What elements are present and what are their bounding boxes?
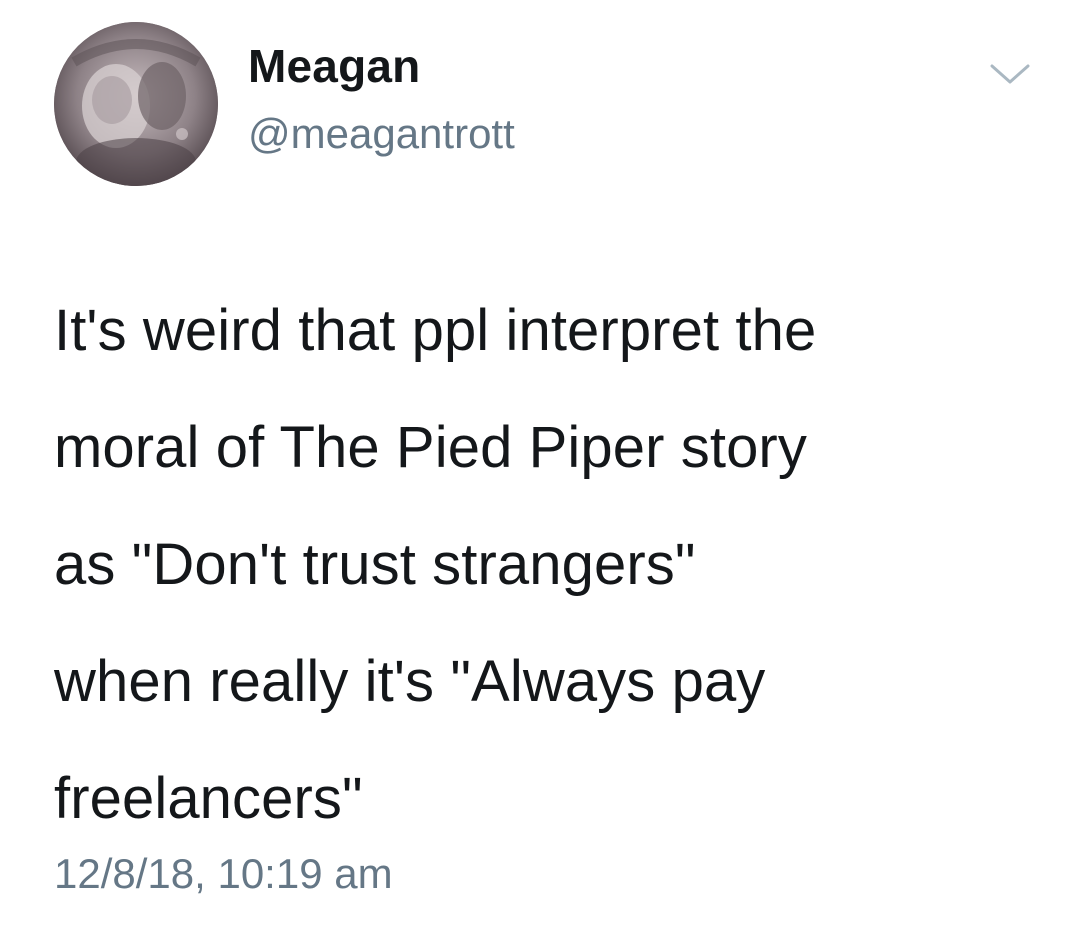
avatar[interactable] (54, 22, 218, 186)
tweet-text: It's weird that ppl interpret the moral … (54, 298, 817, 831)
author-display-name[interactable]: Meagan (248, 38, 420, 94)
author-handle[interactable]: @meagantrott (248, 108, 515, 160)
tweet-timestamp[interactable]: 12/8/18, 10:19 am (54, 848, 393, 900)
chevron-down-icon[interactable] (988, 60, 1032, 88)
avatar-image (54, 22, 218, 186)
tweet-card: Meagan @meagantrott It's weird that ppl … (0, 0, 1080, 940)
